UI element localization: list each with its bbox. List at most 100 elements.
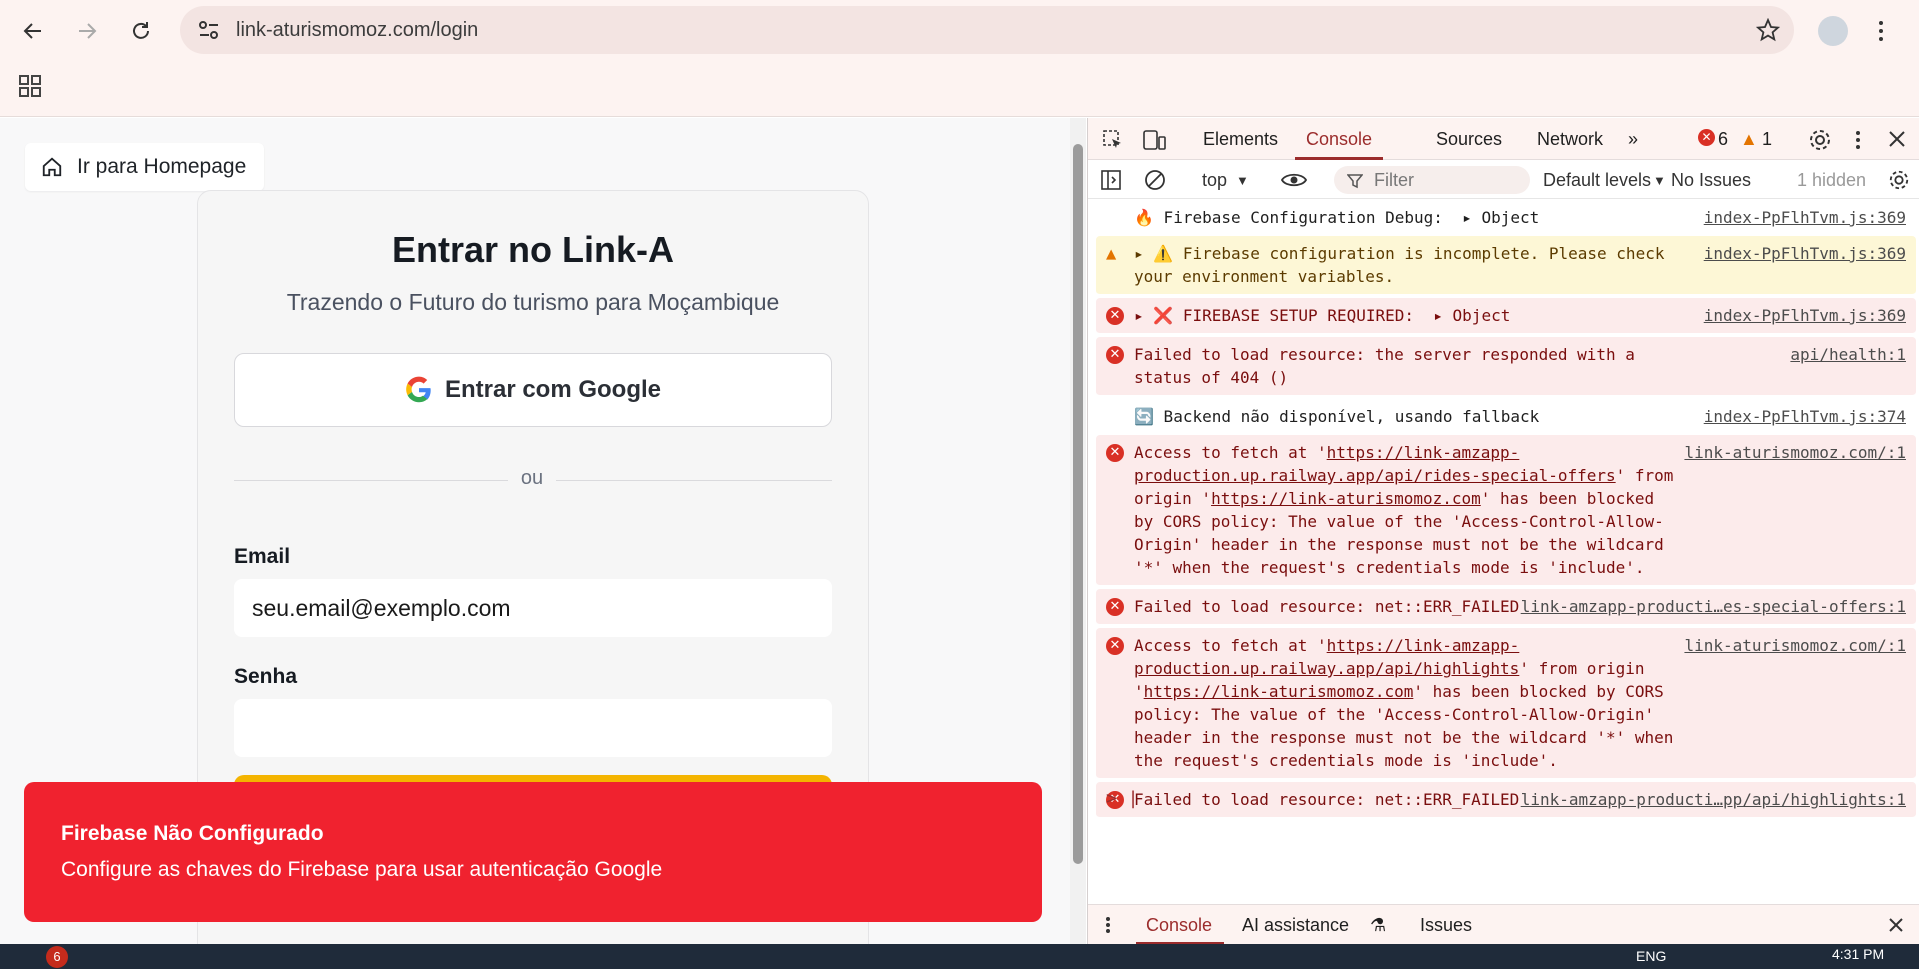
arrow-left-icon xyxy=(23,23,41,39)
devtools-panel: Elements Console Sources Network » ✕ 6 ▲… xyxy=(1087,118,1919,945)
console-message-warn[interactable]: ▲ ▸ ⚠️ Firebase configuration is incomple… xyxy=(1096,236,1916,295)
console-source-link[interactable]: link-aturismomoz.com/:1 xyxy=(1684,441,1906,464)
divider-or-text: ou xyxy=(508,467,556,490)
reload-button[interactable] xyxy=(124,14,158,48)
web-page: Ir para Homepage Entrar no Link-A Trazen… xyxy=(0,118,1070,944)
tab-console[interactable]: Console xyxy=(1306,129,1372,150)
context-selector[interactable]: top xyxy=(1202,170,1227,191)
settings-gear-icon[interactable] xyxy=(1808,128,1832,152)
error-icon: ✕ xyxy=(1106,307,1124,325)
login-title: Entrar no Link-A xyxy=(391,229,674,270)
console-source-link[interactable]: link-amzapp-producti…pp/api/highlights:1 xyxy=(1521,788,1906,811)
request-url-link[interactable]: https://link-amzapp-production.up.railwa… xyxy=(1134,636,1519,678)
origin-url-link[interactable]: https://link-aturismomoz.com xyxy=(1144,682,1414,701)
google-signin-label: Entrar com Google xyxy=(444,376,662,403)
device-toolbar-icon[interactable] xyxy=(1142,129,1166,151)
console-message-info[interactable]: 🔥 Firebase Configuration Debug: ▸ Object… xyxy=(1096,200,1916,236)
error-icon: ✕ xyxy=(1106,346,1124,364)
tab-sources[interactable]: Sources xyxy=(1436,129,1502,150)
toast-title: Firebase Não Configurado xyxy=(61,822,324,845)
browser-toolbar: link-aturismomoz.com/login xyxy=(0,0,1919,117)
url-text: link-aturismomoz.com/login xyxy=(236,19,479,41)
console-message-err[interactable]: ✕ Access to fetch at 'https://link-amzapp… xyxy=(1096,435,1916,586)
inspect-element-icon[interactable] xyxy=(1102,129,1124,151)
language-indicator[interactable]: ENG xyxy=(1636,948,1666,964)
clear-console-icon[interactable] xyxy=(1144,169,1166,191)
homepage-button-label: Ir para Homepage xyxy=(77,155,247,178)
error-icon: ✕ xyxy=(1106,637,1124,655)
console-source-link[interactable]: link-aturismomoz.com/:1 xyxy=(1684,634,1906,657)
error-icon: ✕ xyxy=(1106,598,1124,616)
sidebar-toggle-icon[interactable] xyxy=(1100,169,1122,191)
context-dropdown-icon[interactable]: ▼ xyxy=(1236,173,1249,188)
console-source-link[interactable]: index-PpFlhTvm.js:369 xyxy=(1704,206,1906,229)
notification-badge[interactable]: 6 xyxy=(46,946,68,968)
issues-count[interactable]: No Issues xyxy=(1671,170,1751,191)
drawer-tab-console[interactable]: Console xyxy=(1146,915,1212,936)
flask-icon: ⚗ xyxy=(1370,915,1387,935)
warning-icon: ▲ xyxy=(1106,244,1117,264)
origin-url-link[interactable]: https://link-aturismomoz.com xyxy=(1211,489,1481,508)
console-message-err[interactable]: ✕ ▸ ❌ FIREBASE SETUP REQUIRED: ▸ Object in… xyxy=(1096,298,1916,334)
page-scroll-thumb[interactable] xyxy=(1073,144,1083,864)
console-message-err[interactable]: ✕ Access to fetch at 'https://link-amzapp… xyxy=(1096,628,1916,779)
log-levels-chevron-icon[interactable]: ▼ xyxy=(1653,173,1666,188)
grid-icon xyxy=(19,75,41,97)
close-drawer-icon[interactable] xyxy=(1888,917,1904,933)
tab-elements[interactable]: Elements xyxy=(1203,129,1278,150)
clock[interactable]: 4:31 PM xyxy=(1832,946,1884,962)
console-source-link[interactable]: index-PpFlhTvm.js:369 xyxy=(1704,304,1906,327)
console-message-err[interactable]: ✕ Failed to load resource: the server res… xyxy=(1096,337,1916,396)
active-tab-indicator xyxy=(1295,157,1383,160)
warning-count[interactable]: 1 xyxy=(1762,129,1772,150)
error-count[interactable]: 6 xyxy=(1718,129,1728,150)
devtools-menu-icon[interactable] xyxy=(1854,128,1862,152)
console-message-err[interactable]: ✕ Failed to load resource: net::ERR_FAILE… xyxy=(1096,589,1916,625)
filter-funnel-icon xyxy=(1347,174,1363,189)
drawer-menu-icon[interactable] xyxy=(1104,915,1112,935)
log-levels-dropdown[interactable]: Default levels xyxy=(1543,170,1651,191)
console-source-link[interactable]: index-PpFlhTvm.js:369 xyxy=(1704,242,1906,265)
console-messages: 🔥 Firebase Configuration Debug: ▸ Object… xyxy=(1096,200,1916,821)
apps-button[interactable] xyxy=(16,72,44,100)
address-bar[interactable]: link-aturismomoz.com/login xyxy=(180,6,1794,54)
tab-network[interactable]: Network xyxy=(1537,129,1603,150)
devtools-drawer: Console AI assistance ⚗ Issues xyxy=(1088,904,1919,945)
email-field[interactable] xyxy=(234,579,832,637)
page-scrollbar[interactable] xyxy=(1070,118,1086,944)
drawer-tab-issues[interactable]: Issues xyxy=(1420,915,1472,936)
console-filter-input[interactable]: Filter xyxy=(1334,166,1530,194)
google-signin-button[interactable]: Entrar com Google xyxy=(234,353,832,427)
password-field[interactable] xyxy=(234,699,832,757)
live-expression-eye-icon[interactable] xyxy=(1280,171,1308,189)
arrow-right-icon xyxy=(79,23,97,39)
google-logo-icon xyxy=(406,376,431,403)
close-devtools-icon[interactable] xyxy=(1888,130,1906,148)
console-source-link[interactable]: link-amzapp-producti…es-special-offers:1 xyxy=(1521,595,1906,618)
browser-menu-button[interactable] xyxy=(1876,16,1886,46)
console-message-err[interactable]: ✕ Failed to load resource: net::ERR_FAILE… xyxy=(1096,782,1916,818)
site-settings-icon[interactable] xyxy=(198,20,220,40)
more-tabs-button[interactable]: » xyxy=(1628,129,1638,150)
console-prompt[interactable]: > | xyxy=(1106,788,1139,809)
warning-count-icon[interactable]: ▲ xyxy=(1740,129,1758,150)
console-message-info[interactable]: 🔄 Backend não disponível, usando fallbac… xyxy=(1096,399,1916,435)
drawer-tab-ai-assistance[interactable]: AI assistance xyxy=(1242,915,1349,936)
devtools-tab-bar: Elements Console Sources Network » ✕ 6 ▲… xyxy=(1088,118,1919,160)
error-icon: ✕ xyxy=(1106,444,1124,462)
request-url-link[interactable]: https://link-amzapp-production.up.railwa… xyxy=(1134,443,1616,485)
os-taskbar: 6 ENG 4:31 PM xyxy=(0,944,1919,969)
homepage-button[interactable]: Ir para Homepage xyxy=(25,143,265,191)
bookmark-star-icon[interactable] xyxy=(1756,18,1780,42)
console-settings-gear-icon[interactable] xyxy=(1888,169,1910,191)
error-toast[interactable]: Firebase Não Configurado Configure as ch… xyxy=(24,782,1042,922)
console-source-link[interactable]: api/health:1 xyxy=(1790,343,1906,366)
error-count-icon[interactable]: ✕ xyxy=(1698,129,1715,146)
profile-avatar[interactable] xyxy=(1818,16,1848,46)
forward-button[interactable] xyxy=(70,14,104,48)
more-vertical-icon xyxy=(1879,21,1883,41)
back-button[interactable] xyxy=(16,14,50,48)
console-source-link[interactable]: index-PpFlhTvm.js:374 xyxy=(1704,405,1906,428)
hidden-count: 1 hidden xyxy=(1797,170,1867,190)
console-toolbar: top ▼ Filter Default levels ▼ No Issues … xyxy=(1088,161,1919,199)
